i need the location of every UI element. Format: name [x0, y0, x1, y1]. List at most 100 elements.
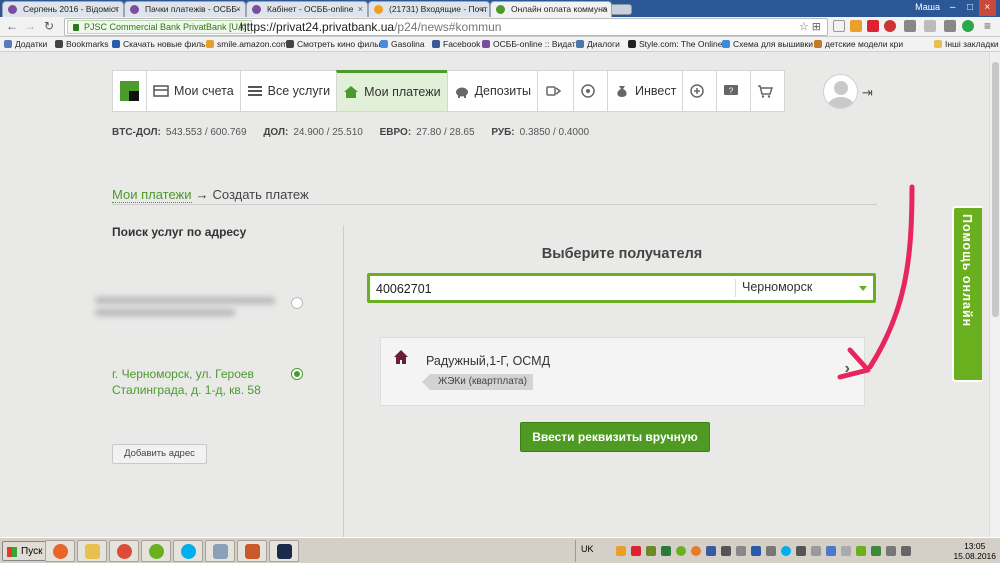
nav-help[interactable]: ? — [716, 70, 751, 112]
java-taskbar-button[interactable] — [237, 540, 267, 562]
nav-cart[interactable] — [750, 70, 786, 112]
bookmark-item[interactable]: Facebook — [432, 38, 480, 50]
amazon-extension-icon[interactable] — [850, 20, 862, 32]
browser-tab[interactable]: Кабінет - ОСББ-online × — [246, 1, 368, 17]
nav-my-accounts[interactable]: Мои счета — [146, 70, 240, 112]
address-radio-selected[interactable] — [291, 368, 303, 380]
enter-details-manually-button[interactable]: Ввести реквизиты вручную — [520, 422, 710, 452]
utorrent-taskbar-button[interactable] — [141, 540, 171, 562]
close-window-icon[interactable]: × — [978, 0, 996, 16]
adblock-extension-icon[interactable] — [867, 20, 879, 32]
forward-icon[interactable]: → — [24, 19, 36, 33]
city-select[interactable]: Черноморск — [742, 280, 812, 294]
grammarly-icon[interactable] — [962, 20, 974, 32]
nav-sport[interactable] — [573, 70, 607, 112]
extension-icon[interactable] — [884, 20, 896, 32]
tray-icon[interactable] — [646, 546, 656, 556]
nav-deposits[interactable]: Депозиты — [446, 70, 537, 112]
firefox-taskbar-button[interactable] — [45, 540, 75, 562]
translate-icon[interactable]: ⊞ — [812, 21, 821, 33]
url-field[interactable]: PJSC Commercial Bank PrivatBank [UA] htt… — [64, 18, 828, 36]
user-icon[interactable] — [833, 20, 845, 32]
nav-all-services[interactable]: Все услуги — [239, 70, 337, 112]
extension-icon[interactable] — [924, 20, 936, 32]
browser-tab[interactable]: (21731) Входящие - Почт × — [368, 1, 490, 17]
tray-icon[interactable] — [766, 546, 776, 556]
tray-icon[interactable] — [886, 546, 896, 556]
browser-tab-active[interactable]: Онлайн оплата коммуна × — [490, 1, 612, 17]
bookmark-item[interactable]: Скачать новые филь — [112, 38, 206, 50]
nav-my-payments[interactable]: Мои платежи — [336, 70, 447, 112]
bookmark-item[interactable]: детские модели кри — [814, 38, 903, 50]
tray-icon[interactable] — [826, 546, 836, 556]
taskbar-clock[interactable]: 13:05 15.08.2016 — [953, 541, 996, 561]
language-indicator[interactable]: UK — [581, 544, 594, 554]
nav-exchange[interactable] — [682, 70, 717, 112]
extension-icon[interactable] — [944, 20, 956, 32]
selected-address[interactable]: г. Черноморск, ул. Героев Сталинграда, д… — [112, 366, 282, 398]
browser-tab[interactable]: Серпень 2016 - Відоміст × — [2, 1, 124, 17]
bookmark-item[interactable]: Style.com: The Online — [628, 38, 722, 50]
tray-icon[interactable] — [796, 546, 806, 556]
recipient-result[interactable]: Радужный,1-Г, ОСМД ЖЭКи (квартплата) › — [380, 337, 865, 406]
skype-taskbar-button[interactable] — [173, 540, 203, 562]
tray-icon[interactable] — [811, 546, 821, 556]
bookmark-item[interactable]: Смотреть кино филы — [286, 38, 380, 50]
nav-invest[interactable]: Инвест — [607, 70, 683, 112]
close-tab-icon[interactable]: × — [236, 2, 241, 16]
browser-tab[interactable]: Пачки платежів - ОСББ- × — [124, 1, 246, 17]
tray-icon[interactable] — [721, 546, 731, 556]
tray-icon[interactable] — [661, 546, 671, 556]
maximize-icon[interactable]: □ — [961, 0, 978, 16]
tray-icon[interactable] — [781, 546, 791, 556]
user-avatar[interactable] — [823, 74, 858, 109]
start-button[interactable]: Пуск — [2, 541, 50, 561]
close-tab-icon[interactable]: × — [358, 2, 363, 16]
tray-icon[interactable] — [856, 546, 866, 556]
tray-icon[interactable] — [676, 546, 686, 556]
chevron-down-icon[interactable] — [859, 286, 867, 291]
bookmark-item[interactable]: Gasolina — [380, 38, 425, 50]
tray-icon[interactable] — [691, 546, 701, 556]
tray-icon[interactable] — [736, 546, 746, 556]
minimize-icon[interactable]: – — [944, 0, 961, 16]
other-bookmarks[interactable]: Інші закладки — [934, 38, 999, 50]
online-help-tab[interactable]: Помощь онлайн — [952, 206, 982, 382]
add-address-button[interactable]: Добавить адрес — [112, 444, 207, 464]
tray-icon[interactable] — [751, 546, 761, 556]
extension-icon[interactable] — [904, 20, 916, 32]
privatbank-logo[interactable] — [112, 70, 146, 112]
logout-icon[interactable]: ⇥ — [862, 85, 873, 101]
chrome-taskbar-button[interactable] — [109, 540, 139, 562]
blurred-address[interactable] — [95, 292, 285, 326]
menu-icon[interactable]: ≡ — [984, 19, 991, 33]
bookmark-item[interactable]: smile.amazon.com — [206, 38, 288, 50]
tray-icon[interactable] — [706, 546, 716, 556]
bookmark-item[interactable]: Bookmarks — [55, 38, 109, 50]
bookmark-item[interactable]: Диалоги — [576, 38, 620, 50]
recipient-search-input[interactable] — [376, 280, 726, 298]
new-tab-button[interactable] — [610, 4, 632, 15]
close-tab-icon[interactable]: × — [114, 2, 119, 16]
bookmark-item[interactable]: Схема для вышивки — [722, 38, 813, 50]
tray-icon[interactable] — [616, 546, 626, 556]
tray-icon[interactable] — [631, 546, 641, 556]
photoshop-taskbar-button[interactable] — [269, 540, 299, 562]
bookmark-star-icon[interactable]: ☆ — [799, 21, 809, 33]
back-icon[interactable]: ← — [6, 19, 18, 33]
address-radio[interactable] — [291, 297, 303, 309]
calculator-taskbar-button[interactable] — [205, 540, 235, 562]
bookmark-item[interactable]: ОСББ-online :: Видат — [482, 38, 576, 50]
bookmark-apps[interactable]: Додатки — [4, 38, 47, 50]
page-scrollbar[interactable] — [989, 52, 1000, 537]
volume-icon[interactable] — [901, 546, 911, 556]
chevron-right-icon[interactable]: › — [845, 360, 850, 378]
close-tab-icon[interactable]: × — [602, 2, 607, 16]
tray-icon[interactable] — [841, 546, 851, 556]
close-tab-icon[interactable]: × — [480, 2, 485, 16]
secure-badge[interactable]: PJSC Commercial Bank PrivatBank [UA] — [67, 20, 252, 34]
scrollbar-thumb[interactable] — [992, 62, 999, 317]
tray-icon[interactable] — [871, 546, 881, 556]
nav-travel[interactable] — [537, 70, 573, 112]
reload-icon[interactable]: ↻ — [44, 19, 54, 33]
